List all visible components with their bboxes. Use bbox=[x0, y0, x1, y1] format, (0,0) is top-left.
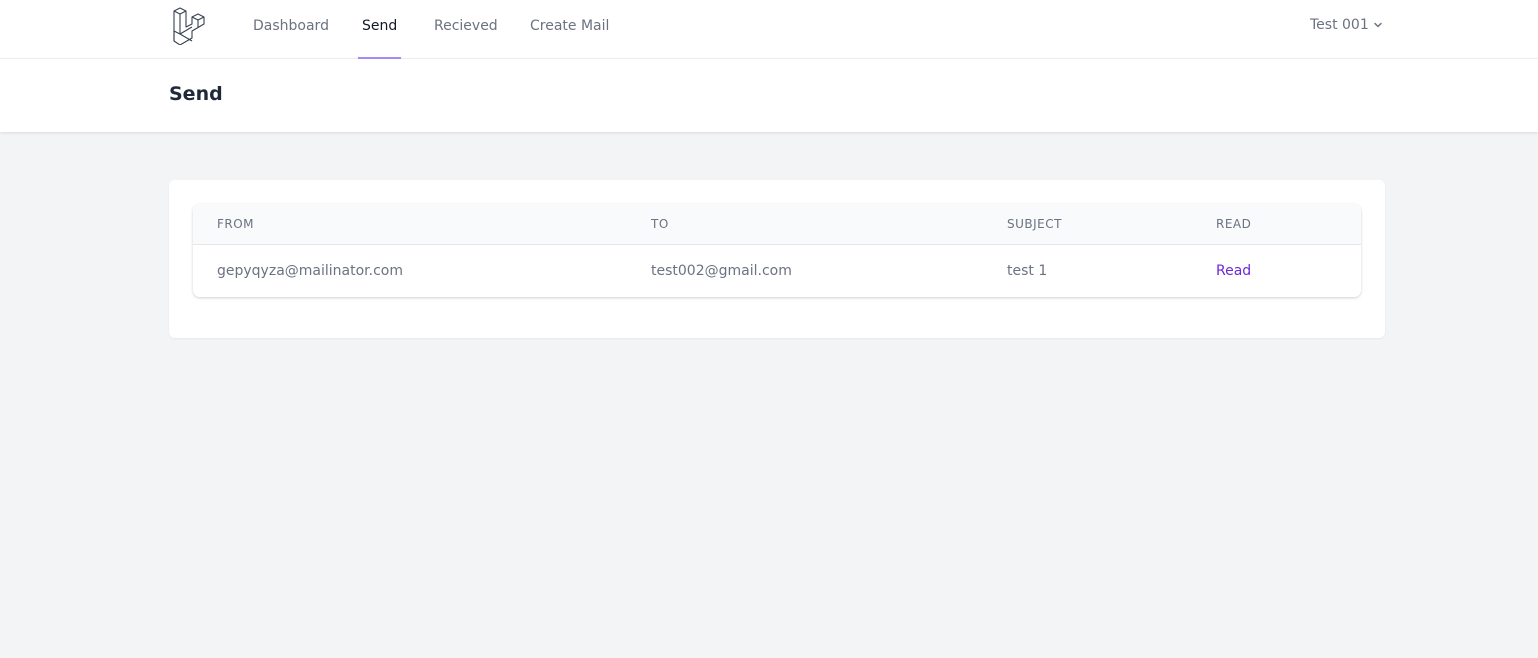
mail-table: FROM TO SUBJECT READ gepyqyza@mailinator… bbox=[193, 204, 1361, 297]
laravel-logo-icon[interactable] bbox=[171, 7, 209, 46]
page-header: Send bbox=[0, 59, 1538, 132]
cell-to: test002@gmail.com bbox=[651, 263, 792, 279]
cell-from: gepyqyza@mailinator.com bbox=[217, 263, 403, 279]
table-row: gepyqyza@mailinator.com test002@gmail.co… bbox=[193, 245, 1361, 297]
column-header-from: FROM bbox=[217, 217, 255, 231]
column-header-to: TO bbox=[651, 217, 669, 231]
page-title: Send bbox=[169, 83, 223, 105]
column-header-read: READ bbox=[1216, 217, 1252, 231]
nav-link-send[interactable]: Send bbox=[357, 0, 402, 59]
nav-link-dashboard[interactable]: Dashboard bbox=[253, 0, 329, 59]
table-header: FROM TO SUBJECT READ bbox=[193, 204, 1361, 245]
user-dropdown[interactable]: Test 001 bbox=[1310, 0, 1383, 52]
nav-link-create-mail[interactable]: Create Mail bbox=[530, 0, 609, 59]
content-card: FROM TO SUBJECT READ gepyqyza@mailinator… bbox=[169, 180, 1385, 338]
cell-subject: test 1 bbox=[1007, 263, 1048, 279]
nav-link-recieved[interactable]: Recieved bbox=[434, 0, 498, 59]
top-navigation: Dashboard Send Recieved Create Mail Test… bbox=[0, 0, 1538, 59]
chevron-down-icon bbox=[1374, 22, 1382, 28]
read-link[interactable]: Read bbox=[1216, 263, 1251, 279]
column-header-subject: SUBJECT bbox=[1007, 217, 1062, 231]
user-name: Test 001 bbox=[1310, 17, 1369, 33]
